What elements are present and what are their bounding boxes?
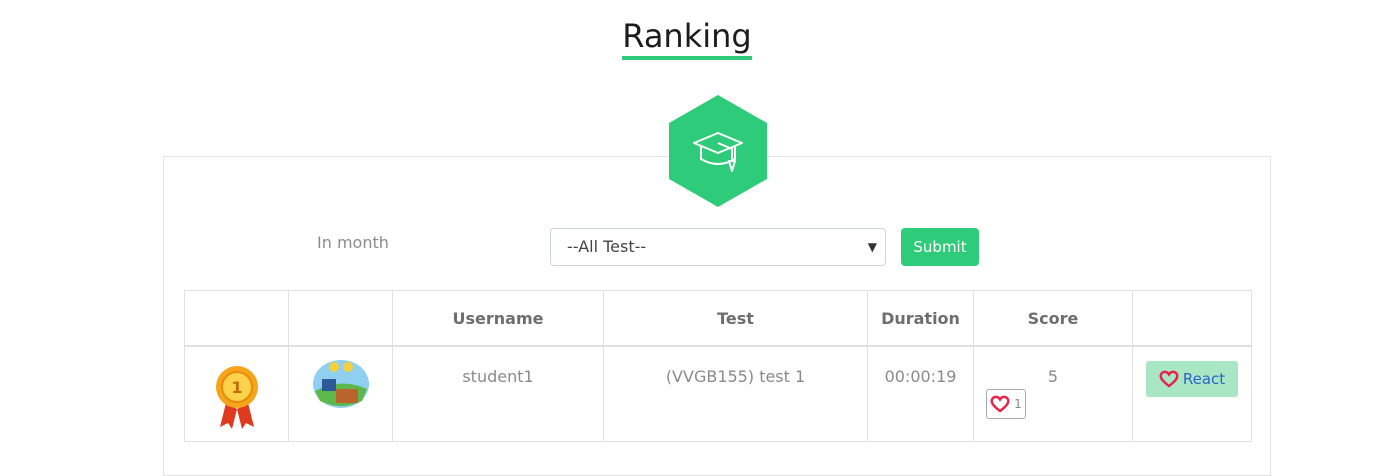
- header-rank: [184, 290, 289, 347]
- score-cell: 5 1: [973, 345, 1133, 442]
- table-header-row: Username Test Duration Score: [184, 290, 1252, 347]
- header-score: Score: [973, 290, 1133, 347]
- heart-icon: [990, 395, 1010, 413]
- username-cell: student1: [392, 345, 604, 442]
- test-value: (VVGB155) test 1: [665, 367, 806, 386]
- username-value: student1: [462, 367, 534, 386]
- svg-text:1: 1: [231, 378, 242, 397]
- submit-button[interactable]: Submit: [901, 228, 979, 266]
- chevron-down-icon: ▼: [867, 240, 877, 254]
- ranking-table: Username Test Duration Score 1 student1 …: [184, 290, 1252, 442]
- header-username: Username: [392, 290, 604, 347]
- header-duration: Duration: [867, 290, 974, 347]
- react-button-label: React: [1182, 370, 1226, 388]
- header-react: [1132, 290, 1252, 347]
- heart-icon: [1159, 370, 1179, 388]
- avatar: [312, 360, 369, 408]
- in-month-label: In month: [317, 233, 389, 252]
- duration-value: 00:00:19: [884, 367, 957, 386]
- react-button[interactable]: React: [1146, 361, 1238, 397]
- page-title-wrap: Ranking: [0, 16, 1374, 60]
- rank-cell: 1: [184, 345, 289, 442]
- gold-medal-icon: 1: [215, 366, 258, 429]
- header-avatar: [288, 290, 393, 347]
- page-title: Ranking: [622, 16, 752, 60]
- duration-cell: 00:00:19: [867, 345, 974, 442]
- header-test: Test: [603, 290, 868, 347]
- reaction-count: 1: [1014, 397, 1022, 411]
- test-cell: (VVGB155) test 1: [603, 345, 868, 442]
- test-select[interactable]: --All Test-- ▼: [550, 228, 886, 266]
- reaction-count-badge[interactable]: 1: [986, 389, 1026, 419]
- graduation-cap-icon: [669, 95, 767, 207]
- test-select-value: --All Test--: [567, 237, 647, 256]
- react-cell: React: [1132, 345, 1252, 442]
- table-row: 1 student1 (VVGB155) test 1 00:00:19 5 1…: [184, 345, 1252, 442]
- avatar-cell: [288, 345, 393, 442]
- score-value: 5: [1047, 367, 1059, 386]
